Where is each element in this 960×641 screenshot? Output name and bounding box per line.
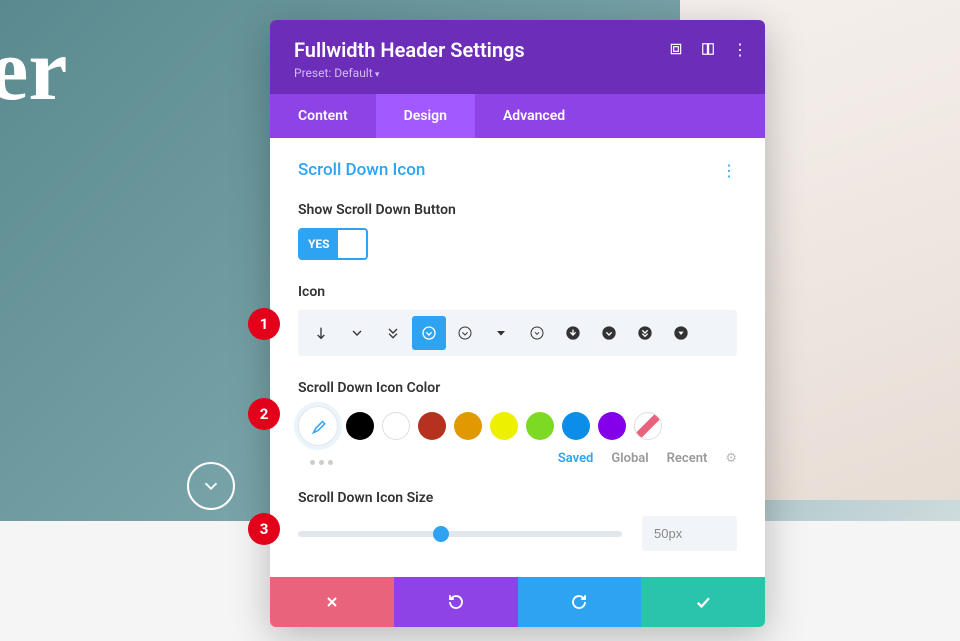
color-swatch-1[interactable] [382,412,410,440]
slider-thumb[interactable] [433,526,449,542]
icon-option-circle-caret-filled[interactable] [664,316,698,350]
eyedropper-button[interactable] [298,406,338,446]
tab-content[interactable]: Content [270,94,376,138]
preset-settings-gear-icon[interactable]: ⚙ [725,451,737,466]
color-swatch-7[interactable] [598,412,626,440]
size-field-label: Scroll Down Icon Size [298,490,737,506]
section-title[interactable]: Scroll Down Icon [298,160,425,180]
icon-option-circle-chevron-filled[interactable] [592,316,626,350]
cancel-button[interactable] [270,577,394,627]
icon-picker [298,310,737,356]
color-swatch-transparent[interactable] [634,412,662,440]
toggle-knob [338,230,366,258]
show-button-label: Show Scroll Down Button [298,202,737,218]
preset-global-link[interactable]: Global [611,451,648,466]
icon-option-chevron-down[interactable] [340,316,374,350]
preset-recent-link[interactable]: Recent [667,451,708,466]
preset-saved-link[interactable]: Saved [558,451,594,466]
settings-panel: Scroll Down Icon ⋮ Show Scroll Down Butt… [270,138,765,577]
annotation-marker-3: 3 [248,513,280,545]
color-field-label: Scroll Down Icon Color [298,380,737,396]
save-button[interactable] [641,577,765,627]
color-swatch-0[interactable] [346,412,374,440]
color-swatch-5[interactable] [526,412,554,440]
color-swatch-2[interactable] [418,412,446,440]
redo-button[interactable] [518,577,642,627]
tab-design[interactable]: Design [376,94,475,138]
snap-icon[interactable] [701,42,715,56]
icon-field-label: Icon [298,284,737,300]
section-menu-icon[interactable]: ⋮ [721,161,737,180]
kebab-menu-icon[interactable]: ⋮ [733,42,747,56]
modal-header: Fullwidth Header Settings Preset: Defaul… [270,20,765,94]
annotation-marker-1: 1 [248,308,280,340]
icon-option-circle-check[interactable] [412,316,446,350]
show-button-toggle[interactable]: YES [298,228,368,260]
icon-option-circle-chevron-outline[interactable] [448,316,482,350]
scroll-down-preview-icon [187,462,235,510]
annotation-marker-2: 2 [248,398,280,430]
icon-option-arrow-down[interactable] [304,316,338,350]
color-swatch-3[interactable] [454,412,482,440]
hero-text-fragment: ter [0,20,67,121]
preset-dropdown[interactable]: Preset: Default [294,66,741,80]
color-swatch-4[interactable] [490,412,518,440]
tab-bar: Content Design Advanced [270,94,765,138]
settings-modal: Fullwidth Header Settings Preset: Defaul… [270,20,765,627]
icon-option-caret-down[interactable] [484,316,518,350]
toggle-yes-label: YES [300,230,338,258]
expand-icon[interactable] [669,42,683,56]
size-slider[interactable] [298,531,622,537]
color-picker-row [298,406,737,446]
color-swatch-6[interactable] [562,412,590,440]
undo-button[interactable] [394,577,518,627]
tab-advanced[interactable]: Advanced [475,94,593,138]
icon-option-circle-arrow-filled[interactable] [556,316,590,350]
modal-footer [270,577,765,627]
icon-option-circle-double-filled[interactable] [628,316,662,350]
icon-option-circle-thin[interactable] [520,316,554,350]
icon-option-double-chevron[interactable] [376,316,410,350]
size-input[interactable] [642,516,737,551]
